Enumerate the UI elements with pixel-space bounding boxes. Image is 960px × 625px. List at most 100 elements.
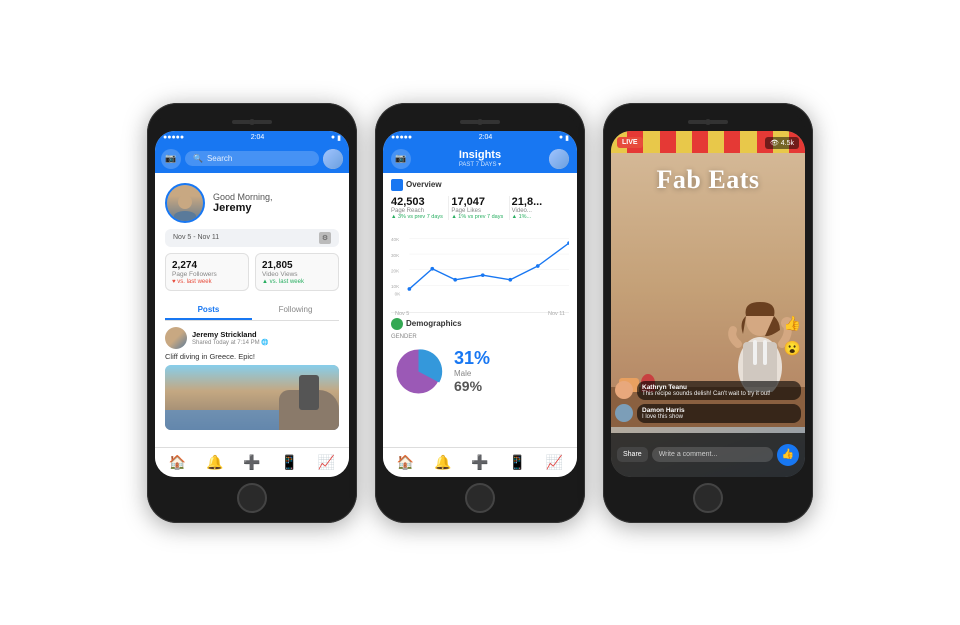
insights-nav-add[interactable]: ➕	[471, 454, 488, 471]
status-right-icons: ● ▮	[331, 134, 341, 142]
svg-text:30K: 30K	[391, 252, 399, 257]
p2-signal: ●●●●●	[391, 134, 412, 141]
wifi-icon: ●	[331, 134, 335, 141]
comment-2-bubble: Damon Harris I love this show	[637, 404, 801, 423]
live-views: 👁 4.5k	[765, 137, 799, 149]
nav-add-icon[interactable]: ➕	[243, 454, 260, 471]
reach-value: 42,503	[391, 196, 444, 208]
metric-video: 21,8... Video... ▲ 1%...	[512, 196, 569, 220]
content-tabs: Posts Following	[165, 301, 339, 321]
phone-2-status-bar: ●●●●● 2:04 ● ▮	[383, 131, 577, 145]
greeting-name: Jeremy	[213, 202, 273, 214]
video-value: 21,8...	[512, 196, 565, 208]
phone-3-home-button[interactable]	[693, 483, 723, 513]
insights-camera-icon[interactable]: 📷	[391, 149, 411, 169]
demographics-row: 31% Male 69%	[391, 344, 569, 399]
insights-nav-stats[interactable]: 📈	[546, 454, 563, 471]
post-author-info: Jeremy Strickland Shared Today at 7:14 P…	[192, 330, 339, 346]
comment-2-avatar	[615, 404, 633, 422]
likes-change: ▲ 1% vs prev 7 days	[451, 214, 504, 220]
status-time: 2:04	[251, 134, 265, 141]
insights-nav-bell[interactable]: 🔔	[434, 454, 451, 471]
gender-label: GENDER	[391, 334, 569, 340]
insights-nav-store[interactable]: 📱	[508, 454, 525, 471]
phone-3-top-bar	[611, 113, 805, 131]
profile-section: Good Morning, Jeremy	[155, 173, 349, 229]
comment-2-name: Damon Harris	[642, 407, 796, 414]
stat-views: 21,805 Video Views ▲ vs. last week	[255, 253, 339, 291]
nav-bell-icon[interactable]: 🔔	[206, 454, 223, 471]
followers-change: ♥ vs. last week	[172, 279, 242, 285]
comment-2-text: I love this show	[642, 414, 796, 420]
phone-1: ●●●●● 2:04 ● ▮ 📷 🔍 Search	[147, 103, 357, 523]
insights-title-group: Insights PAST 7 DAYS ▾	[411, 149, 549, 168]
live-title: Fab Eats	[657, 165, 760, 195]
overview-icon	[391, 179, 403, 191]
svg-text:10K: 10K	[391, 284, 399, 289]
camera-icon[interactable]: 📷	[161, 149, 181, 169]
phone-1-home-button[interactable]	[237, 483, 267, 513]
tab-following[interactable]: Following	[252, 301, 339, 320]
reaction-like[interactable]: 👍	[784, 315, 801, 332]
p2-time: 2:04	[479, 134, 493, 141]
phone-1-screen: ●●●●● 2:04 ● ▮ 📷 🔍 Search	[155, 131, 349, 477]
insights-title: Insights	[411, 149, 549, 161]
phone-3-screen: LIVE 👁 4.5k Fab Eats 👍 😮	[611, 131, 805, 477]
user-avatar-header[interactable]	[323, 149, 343, 169]
nav-store-icon[interactable]: 📱	[280, 454, 297, 471]
comment-1-avatar	[615, 381, 633, 399]
live-overlay: LIVE 👁 4.5k Fab Eats 👍 😮	[611, 131, 805, 477]
post-author-avatar[interactable]	[165, 327, 187, 349]
views-value: 21,805	[262, 260, 332, 271]
p2-wifi-icon: ●	[559, 134, 563, 141]
comment-1: Kathryn Teanu This recipe sounds delish!…	[615, 381, 801, 400]
stats-row: 2,274 Page Followers ♥ vs. last week 21,…	[165, 253, 339, 291]
like-button[interactable]: 👍	[777, 444, 799, 466]
phone-1-top-bar	[155, 113, 349, 131]
share-button[interactable]: Share	[617, 447, 648, 462]
date-range-text: Nov 5 - Nov 11	[173, 234, 219, 241]
phone-2-home-button[interactable]	[465, 483, 495, 513]
insights-user-avatar[interactable]	[549, 149, 569, 169]
comment-2: Damon Harris I love this show	[615, 404, 801, 423]
insights-bottom-nav: 🏠 🔔 ➕ 📱 📈	[383, 447, 577, 477]
post-image	[165, 365, 339, 430]
fb-header: 📷 🔍 Search	[155, 145, 349, 173]
phone-2-camera	[477, 119, 483, 125]
p2-battery-icon: ▮	[565, 134, 569, 142]
nav-home-icon[interactable]: 🏠	[169, 454, 186, 471]
male-label: Male	[454, 369, 490, 378]
gender-pie-chart	[391, 344, 446, 399]
insights-nav-home[interactable]: 🏠	[397, 454, 414, 471]
female-pct: 69%	[454, 378, 490, 394]
bottom-nav: 🏠 🔔 ➕ 📱 📈	[155, 447, 349, 477]
views-label: Video Views	[262, 271, 332, 278]
video-change: ▲ 1%...	[512, 214, 565, 220]
comment-input[interactable]: Write a comment...	[652, 447, 773, 462]
overview-text: Overview	[406, 180, 442, 189]
search-placeholder: Search	[207, 154, 232, 163]
tab-posts[interactable]: Posts	[165, 301, 252, 320]
phone-2-screen: ●●●●● 2:04 ● ▮ 📷 Insights PAST 7 DAYS ▾	[383, 131, 577, 477]
reaction-wow[interactable]: 😮	[784, 340, 801, 357]
insights-subtitle: PAST 7 DAYS ▾	[411, 161, 549, 168]
metric-likes: 17,047 Page Likes ▲ 1% vs prev 7 days	[451, 196, 509, 220]
insights-header: 📷 Insights PAST 7 DAYS ▾	[383, 145, 577, 173]
p2-status-right: ● ▮	[559, 134, 569, 142]
x-label-start: Nov 5	[395, 311, 409, 317]
battery-icon: ▮	[337, 134, 341, 142]
live-reactions: 👍 😮	[784, 315, 801, 357]
comment-1-text: This recipe sounds delish! Can't wait to…	[642, 391, 796, 397]
views-change: ▲ vs. last week	[262, 279, 332, 285]
svg-text:20K: 20K	[391, 268, 399, 273]
followers-value: 2,274	[172, 260, 242, 271]
post-text: Cliff diving in Greece. Epic!	[165, 352, 339, 361]
reach-change: ▲ 3% vs prev 7 days	[391, 214, 444, 220]
search-bar[interactable]: 🔍 Search	[185, 151, 319, 166]
metric-reach: 42,503 Page Reach ▲ 3% vs prev 7 days	[391, 196, 449, 220]
insights-chart: 40K 30K 20K 10K 0K	[391, 226, 569, 306]
svg-text:40K: 40K	[391, 237, 399, 242]
profile-avatar[interactable]	[165, 183, 205, 223]
nav-stats-icon[interactable]: 📈	[318, 454, 335, 471]
calendar-icon[interactable]: ⚙	[319, 232, 331, 244]
